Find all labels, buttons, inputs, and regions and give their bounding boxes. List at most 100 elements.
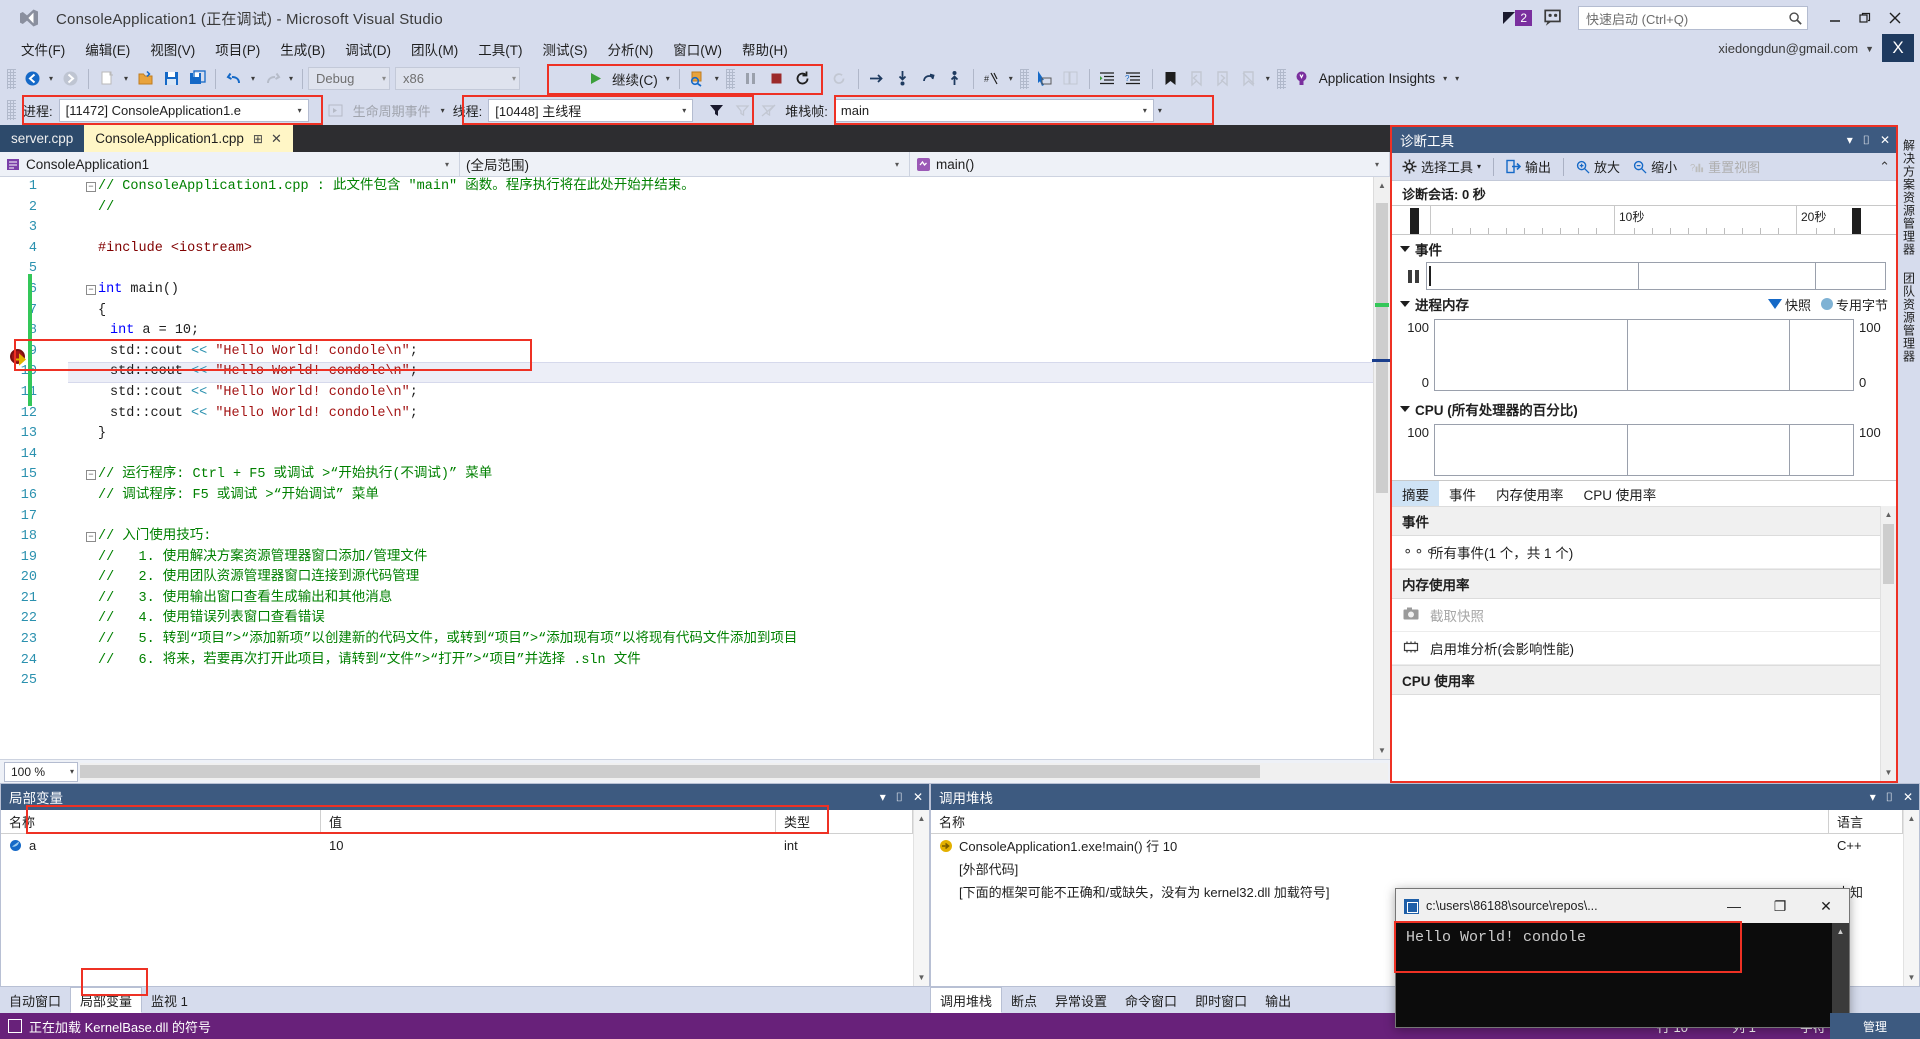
diag-tab-events[interactable]: 事件 xyxy=(1439,481,1486,506)
hex-display-icon[interactable]: # xyxy=(979,66,1005,92)
stop-debugging-icon[interactable] xyxy=(764,66,790,92)
code-editor[interactable]: 1234567891011121314151617181920212223242… xyxy=(0,177,1390,759)
zoom-level-combo[interactable]: 100 % ▾ xyxy=(4,761,78,782)
solution-platform-combo[interactable]: x86 ▾ xyxy=(395,67,520,90)
scrollbar-thumb[interactable] xyxy=(1376,203,1388,493)
cpu-section-header[interactable]: CPU (所有处理器的百分比) xyxy=(1392,395,1896,422)
diagnostics-timeline[interactable]: 10秒 20秒 xyxy=(1392,205,1896,235)
panel-dropdown-icon[interactable]: ▾ xyxy=(880,790,886,804)
scroll-up-icon[interactable]: ▲ xyxy=(1904,810,1919,827)
code-line[interactable]: // 1. 使用解决方案资源管理器窗口添加/管理文件 xyxy=(68,548,1373,569)
stack-frame-combo[interactable]: main ▾ xyxy=(833,98,1154,122)
scroll-up-icon[interactable]: ▲ xyxy=(914,810,929,827)
console-minimize-button[interactable]: — xyxy=(1711,889,1757,923)
open-file-icon[interactable] xyxy=(132,66,158,92)
zoom-in-button[interactable]: 放大 xyxy=(1572,155,1624,178)
attach-dropdown[interactable]: ▾ xyxy=(711,66,723,92)
scroll-down-icon[interactable]: ▼ xyxy=(1904,969,1919,986)
send-feedback-icon[interactable] xyxy=(1544,8,1566,28)
toggle-bookmark-icon[interactable] xyxy=(1158,66,1184,92)
code-line[interactable] xyxy=(68,507,1373,528)
quick-launch-search[interactable]: 快速启动 (Ctrl+Q) xyxy=(1578,6,1808,30)
navigate-backward-icon[interactable] xyxy=(19,66,45,92)
summary-item-enable-heap[interactable]: 启用堆分析(会影响性能) xyxy=(1392,632,1880,665)
thread-filter-icon[interactable] xyxy=(703,97,729,123)
locals-vertical-scrollbar[interactable]: ▲ ▼ xyxy=(913,810,929,986)
minimize-button[interactable] xyxy=(1820,5,1850,31)
save-all-icon[interactable] xyxy=(184,66,210,92)
code-line[interactable]: −// 运行程序: Ctrl + F5 或调试 >“开始执行(不调试)” 菜单 xyxy=(68,465,1373,486)
locals-col-type[interactable]: 类型 xyxy=(776,809,913,834)
console-title-bar[interactable]: c:\users\86188\source\repos\... — ❐ ✕ xyxy=(1396,889,1849,923)
scroll-up-icon[interactable]: ▲ xyxy=(1832,923,1849,940)
notifications-flag-icon[interactable]: 2 xyxy=(1501,10,1532,26)
pin-panel-icon[interactable]: ⌷ xyxy=(896,790,903,805)
menu-item-view[interactable]: 视图(V) xyxy=(141,36,204,62)
rail-tab-team-explorer[interactable]: 团队资源管理器 xyxy=(1898,264,1920,371)
console-window[interactable]: c:\users\86188\source\repos\... — ❐ ✕ He… xyxy=(1394,888,1850,1028)
restore-button[interactable] xyxy=(1850,5,1880,31)
continue-dropdown[interactable]: ▾ xyxy=(662,66,674,92)
application-insights-icon[interactable] xyxy=(1289,66,1315,92)
decrease-indent-icon[interactable]: ? xyxy=(1121,66,1147,92)
toolbar-grip-4[interactable] xyxy=(1276,68,1286,89)
tab-output[interactable]: 输出 xyxy=(1256,987,1300,1013)
restart-icon[interactable] xyxy=(790,66,816,92)
tab-breakpoints[interactable]: 断点 xyxy=(1002,987,1046,1013)
code-line[interactable]: // 调试程序: F5 或调试 >“开始调试” 菜单 xyxy=(68,486,1373,507)
code-line[interactable] xyxy=(68,259,1373,280)
code-line[interactable] xyxy=(68,445,1373,466)
menu-item-edit[interactable]: 编辑(E) xyxy=(76,36,139,62)
redo-dropdown[interactable]: ▾ xyxy=(285,66,297,92)
collapse-region-icon[interactable]: − xyxy=(86,182,96,192)
tab-exception-settings[interactable]: 异常设置 xyxy=(1046,987,1116,1013)
toolbar-overflow[interactable]: ▾ xyxy=(1451,66,1463,92)
code-line[interactable]: { xyxy=(68,301,1373,322)
tab-immediate-window[interactable]: 即时窗口 xyxy=(1186,987,1256,1013)
debugbar-overflow[interactable]: ▾ xyxy=(1154,97,1166,123)
table-row[interactable]: [外部代码] xyxy=(931,857,1903,880)
collapse-region-icon[interactable]: − xyxy=(86,532,96,543)
step-out-up-icon[interactable] xyxy=(942,66,968,92)
editor-tab-server-cpp[interactable]: server.cpp xyxy=(0,125,85,152)
console-close-button[interactable]: ✕ xyxy=(1803,889,1849,923)
diag-tab-memory-usage[interactable]: 内存使用率 xyxy=(1486,481,1574,506)
select-pointer-icon[interactable] xyxy=(1032,66,1058,92)
collapse-region-icon[interactable]: − xyxy=(86,470,96,481)
code-line[interactable]: −// 入门使用技巧: xyxy=(68,527,1373,548)
close-tab-icon[interactable]: ✕ xyxy=(271,131,282,147)
locals-row-value[interactable]: 10 xyxy=(321,834,776,857)
code-line[interactable]: // 5. 转到“项目”>“添加新项”以创建新的代码文件，或转到“项目”>“添加… xyxy=(68,630,1373,651)
menu-item-file[interactable]: 文件(F) xyxy=(12,36,74,62)
select-tools-button[interactable]: 选择工具 ▾ xyxy=(1398,155,1485,178)
diag-tab-cpu-usage[interactable]: CPU 使用率 xyxy=(1574,481,1667,506)
signed-in-user[interactable]: xiedongdun@gmail.com ▼ xyxy=(1718,41,1874,56)
console-maximize-button[interactable]: ❐ xyxy=(1757,889,1803,923)
callstack-col-name[interactable]: 名称 xyxy=(931,809,1829,834)
callstack-col-language[interactable]: 语言 xyxy=(1829,809,1903,834)
lifecycle-dropdown[interactable]: ▾ xyxy=(437,97,449,123)
editor-tab-consoleapplication1-cpp[interactable]: ConsoleApplication1.cpp ⊞ ✕ xyxy=(84,125,293,152)
panel-dropdown-icon[interactable]: ▾ xyxy=(1870,790,1876,804)
output-button[interactable]: 输出 xyxy=(1502,155,1555,178)
increase-indent-icon[interactable] xyxy=(1095,66,1121,92)
scrollbar-thumb[interactable] xyxy=(1883,524,1894,584)
debugbar-grip[interactable] xyxy=(7,100,16,120)
pin-panel-icon[interactable]: ⌷ xyxy=(1863,133,1870,148)
step-out-icon[interactable] xyxy=(916,66,942,92)
code-line[interactable]: int a = 10; xyxy=(68,321,1373,342)
menu-item-project[interactable]: 项目(P) xyxy=(206,36,269,62)
source-code-text[interactable]: −// ConsoleApplication1.cpp : 此文件包含 "mai… xyxy=(64,177,1373,759)
collapse-toolbar-icon[interactable]: ⌃ xyxy=(1879,159,1896,175)
code-line[interactable]: #include <iostream> xyxy=(68,239,1373,260)
undo-icon[interactable] xyxy=(221,66,247,92)
summary-item-all-events[interactable]: ⚬⚬⚬ 所有事件(1 个，共 1 个) xyxy=(1392,536,1880,569)
collapse-region-icon[interactable]: − xyxy=(86,285,96,295)
save-icon[interactable] xyxy=(158,66,184,92)
code-line[interactable] xyxy=(68,218,1373,239)
tab-call-stack[interactable]: 调用堆栈 xyxy=(930,987,1003,1013)
panel-dropdown-icon[interactable]: ▾ xyxy=(1847,133,1853,147)
app-insights-dropdown[interactable]: ▾ xyxy=(1439,66,1451,92)
console-output-area[interactable]: Hello World! condole ▲ ▼ xyxy=(1396,923,1849,1027)
bookmark-overflow[interactable]: ▾ xyxy=(1262,66,1274,92)
